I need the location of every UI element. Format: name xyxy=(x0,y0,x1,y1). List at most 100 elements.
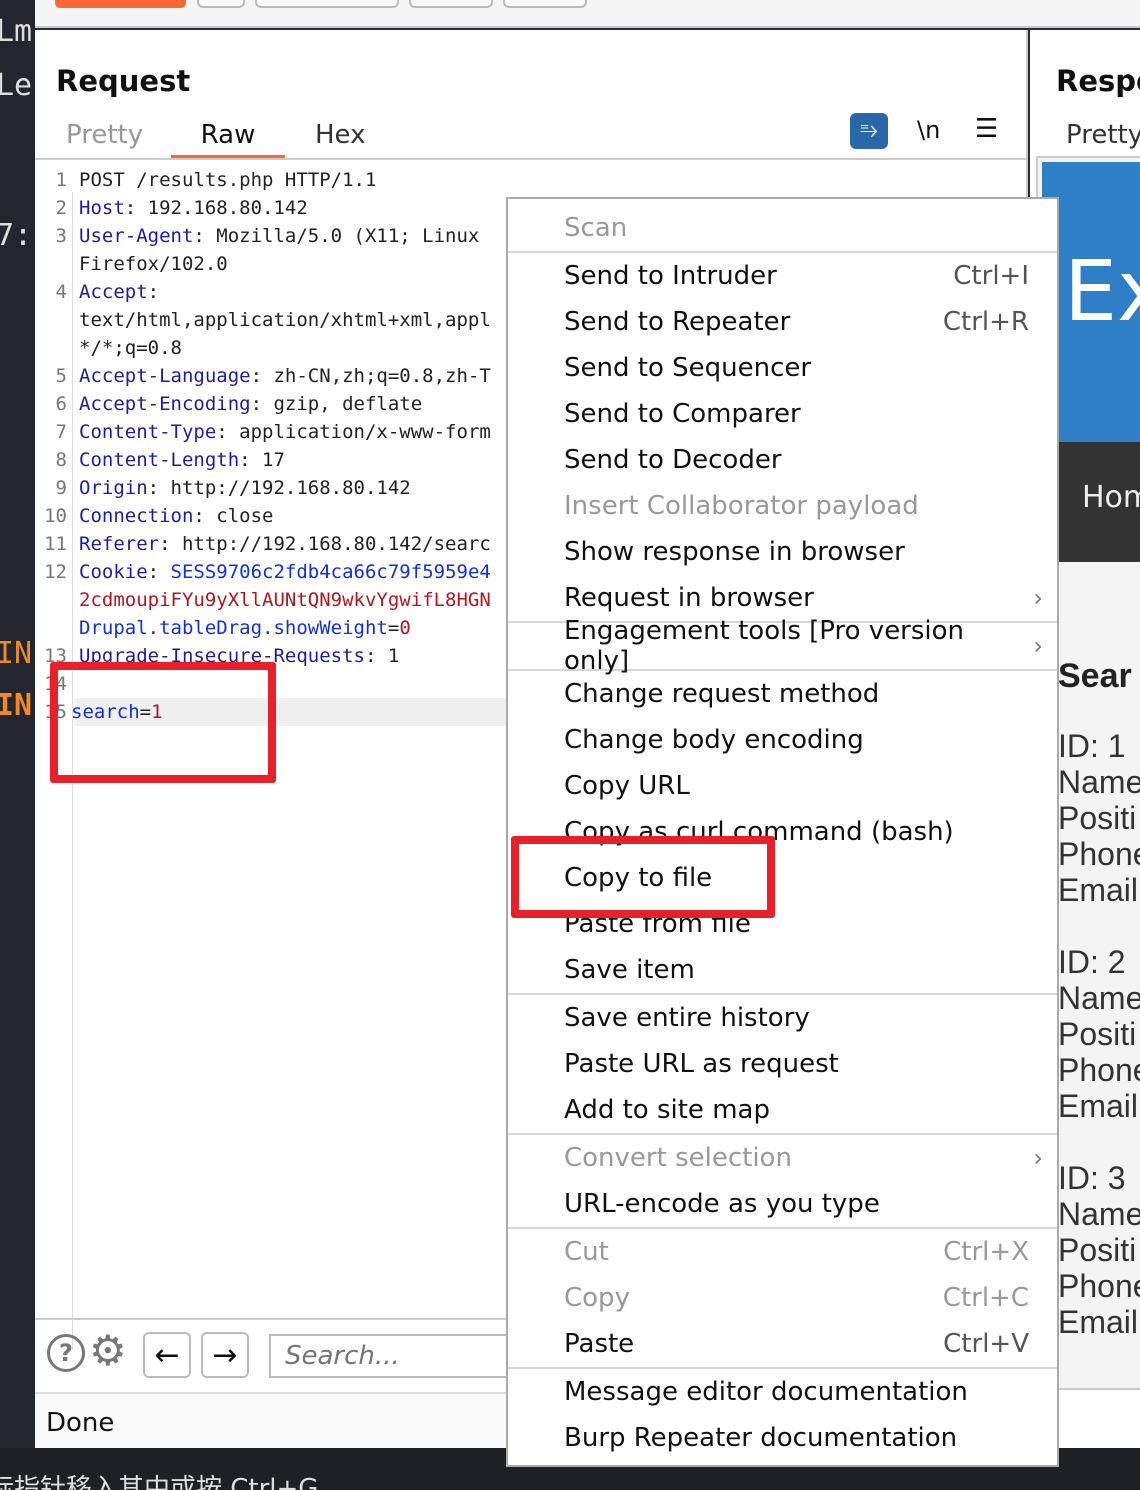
record-field: Name xyxy=(1058,764,1140,800)
menu-item-label: Paste xyxy=(564,1329,635,1359)
toolbar-button[interactable] xyxy=(255,0,399,8)
back-arrow-button[interactable]: ← xyxy=(143,1332,191,1378)
menu-item-send-to-comparer[interactable]: Send to Comparer xyxy=(508,391,1057,437)
menu-item-label: Send to Sequencer xyxy=(564,353,812,383)
panel-title: Request xyxy=(56,64,191,98)
menu-item-message-editor-documentation[interactable]: Message editor documentation xyxy=(508,1369,1057,1415)
menu-item-send-to-sequencer[interactable]: Send to Sequencer xyxy=(508,345,1057,391)
hamburger-menu-icon[interactable]: ☰ xyxy=(975,114,998,144)
menu-item-burp-repeater-documentation[interactable]: Burp Repeater documentation xyxy=(508,1415,1057,1461)
line-number xyxy=(35,614,67,642)
menu-item-engagement-tools-pro-version-only[interactable]: Engagement tools [Pro version only] › xyxy=(508,616,1057,676)
menu-item-save-item[interactable]: Save item xyxy=(508,947,1057,993)
menu-item-change-request-method[interactable]: Change request method xyxy=(508,671,1057,717)
line-number: 6 xyxy=(55,393,67,415)
toolbar-button[interactable] xyxy=(197,0,245,8)
menu-item-label: Add to site map xyxy=(564,1095,770,1125)
code-token: Firefox/102.0 xyxy=(79,253,228,275)
menu-item-label: Request in browser xyxy=(564,583,814,613)
code-token: 2cdmoupiFYu9yXllAUNtQN9wkvYgwifL8HGN xyxy=(79,589,491,611)
code-token: : xyxy=(147,561,171,583)
menu-item-send-to-repeater[interactable]: Send to Repeater Ctrl+R xyxy=(508,299,1057,345)
menu-item-label: Change body encoding xyxy=(564,725,864,755)
record-field: Name xyxy=(1058,1196,1140,1232)
terminal-fragment: Le xyxy=(0,68,33,103)
menu-item-paste[interactable]: Paste Ctrl+V xyxy=(508,1321,1057,1367)
settings-gear-icon[interactable]: ⚙ xyxy=(89,1326,127,1375)
record-field: Phone xyxy=(1058,1052,1140,1088)
background-terminal-strip: Lm Le 7: IN IN xyxy=(0,0,35,1448)
code-token: : close xyxy=(193,505,274,527)
code-token: Accept-Encoding xyxy=(79,393,251,415)
menu-item-label: Burp Repeater documentation xyxy=(564,1423,958,1453)
menu-shortcut: Ctrl+X xyxy=(943,1237,1029,1267)
send-button[interactable] xyxy=(55,0,186,8)
menu-item-send-to-decoder[interactable]: Send to Decoder xyxy=(508,437,1057,483)
line-number: 10 xyxy=(44,505,67,527)
menu-item-label: Message editor documentation xyxy=(564,1377,968,1407)
code-token: Content-Type xyxy=(79,421,217,443)
tab-hex[interactable]: Hex xyxy=(315,120,365,150)
menu-item-label: Copy URL xyxy=(564,771,690,801)
menu-item-label: Send to Comparer xyxy=(564,399,801,429)
code-token: Cookie xyxy=(79,561,148,583)
taskbar-text: 标指针移入其中或按 Ctrl+G xyxy=(0,1474,319,1490)
line-number xyxy=(35,586,67,614)
menu-shortcut: Ctrl+C xyxy=(942,1283,1029,1313)
code-token: Connection xyxy=(79,505,194,527)
tab-pretty[interactable]: Pretty xyxy=(1066,120,1140,150)
menu-item-paste-url-as-request[interactable]: Paste URL as request xyxy=(508,1041,1057,1087)
line-number xyxy=(35,334,67,362)
code-token: User-Agent xyxy=(79,225,194,247)
record-field: Phone xyxy=(1058,836,1140,872)
forward-arrow-button[interactable]: → xyxy=(201,1332,249,1378)
code-token: : xyxy=(147,281,160,303)
line-number: 7 xyxy=(55,421,67,443)
menu-item-send-to-intruder[interactable]: Send to Intruder Ctrl+I xyxy=(508,253,1057,299)
terminal-fragment: IN xyxy=(0,688,33,723)
menu-item-save-entire-history[interactable]: Save entire history xyxy=(508,995,1057,1041)
menu-item-label: Scan xyxy=(564,213,628,243)
code-token: */*;q=0.8 xyxy=(79,337,182,359)
line-number xyxy=(35,306,67,334)
record-field: ID: 2 xyxy=(1058,944,1126,980)
code-token: : application/x-www-form xyxy=(216,421,491,443)
code-line: 1 POST /results.php HTTP/1.1 xyxy=(35,166,1026,194)
toolbar-button[interactable] xyxy=(503,0,587,8)
line-number: 4 xyxy=(55,281,67,303)
newline-toggle[interactable]: \n xyxy=(917,116,940,144)
context-menu: Scan Send to Intruder Ctrl+I Send to Repeat… xyxy=(506,197,1059,1467)
annotation-box xyxy=(50,662,276,783)
menu-item-label: Convert selection xyxy=(564,1143,792,1173)
menu-item-change-body-encoding[interactable]: Change body encoding xyxy=(508,717,1057,763)
menu-item-add-to-site-map[interactable]: Add to site map xyxy=(508,1087,1057,1133)
help-icon[interactable]: ? xyxy=(47,1334,85,1372)
tab-pretty[interactable]: Pretty xyxy=(66,120,143,150)
code-token: : 192.168.80.142 xyxy=(124,197,308,219)
menu-item-url-encode-as-you-type[interactable]: URL-encode as you type xyxy=(508,1181,1057,1227)
menu-item-request-in-browser[interactable]: Request in browser › xyxy=(508,575,1057,621)
status-text: Done xyxy=(46,1408,115,1438)
code-token: text/html,application/xhtml+xml,appl xyxy=(79,309,491,331)
search-input[interactable] xyxy=(269,1334,529,1378)
line-number: 12 xyxy=(44,561,67,583)
menu-item-show-response-in-browser[interactable]: Show response in browser xyxy=(508,529,1057,575)
chevron-right-icon: › xyxy=(1033,584,1043,612)
menu-item-label: Cut xyxy=(564,1237,609,1267)
code-token: Accept-Language xyxy=(79,365,251,387)
line-number: 9 xyxy=(55,477,67,499)
record-field: Email xyxy=(1058,1304,1139,1340)
code-token: POST /results.php HTTP/1.1 xyxy=(79,169,377,191)
chevron-right-icon: › xyxy=(1033,1144,1043,1172)
wrap-lines-icon[interactable]: ⥱ xyxy=(850,113,888,149)
menu-item-scan: Scan xyxy=(508,205,1057,251)
menu-item-label: Send to Repeater xyxy=(564,307,791,337)
menu-item-copy: Copy Ctrl+C xyxy=(508,1275,1057,1321)
tab-raw[interactable]: Raw xyxy=(171,120,285,159)
toolbar-button[interactable] xyxy=(409,0,493,8)
terminal-fragment: Lm xyxy=(0,14,33,49)
menu-item-copy-url[interactable]: Copy URL xyxy=(508,763,1057,809)
code-token: Host xyxy=(79,197,125,219)
code-token: Accept xyxy=(79,281,148,303)
menu-item-convert-selection: Convert selection › xyxy=(508,1135,1057,1181)
